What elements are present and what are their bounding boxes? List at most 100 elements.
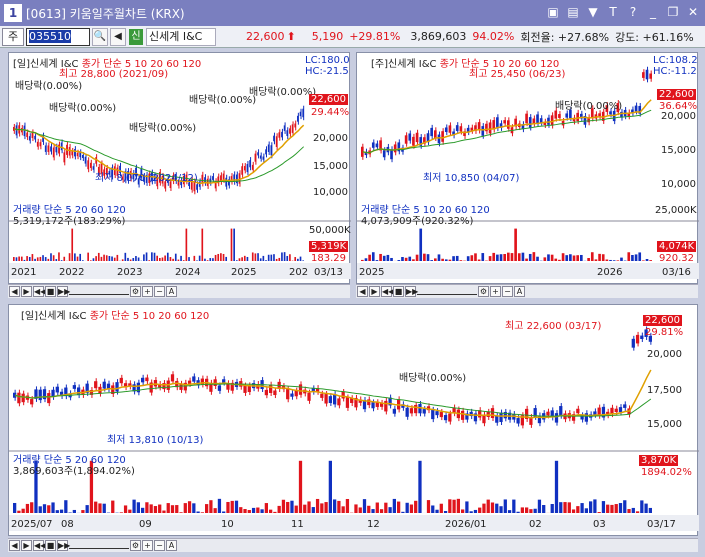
text-icon[interactable]: T (605, 4, 621, 20)
candle (115, 382, 119, 392)
text-size-icon[interactable]: A (166, 540, 177, 551)
candle (44, 145, 47, 152)
volume-bar (123, 505, 128, 513)
pin-icon[interactable]: ▼ (585, 4, 601, 20)
volume-bar (97, 252, 100, 261)
x-label: 2025 (359, 267, 385, 278)
candle (217, 385, 222, 391)
day-chart-controls: ◀ ▶ ◀◀ ■ ▶▶ ⚙ + − A (8, 284, 350, 298)
volume-bar (516, 511, 520, 513)
market-select[interactable]: 주 (2, 27, 24, 46)
candle (503, 120, 506, 124)
day-vol-value: 5,319,172주(183.29%) (13, 216, 126, 227)
candle (259, 155, 262, 159)
volume-bar (580, 503, 584, 513)
scroll-right-icon[interactable]: ▶ (21, 286, 32, 297)
candle (267, 144, 270, 152)
week-low-label: 최저 10,850 (04/07) (423, 173, 520, 184)
main-low-label: 최저 13,810 (10/13) (107, 435, 204, 446)
volume-bar (542, 505, 546, 513)
zoom-out-icon[interactable]: − (154, 540, 165, 551)
volume-bar (13, 257, 15, 261)
zoom-in-icon[interactable]: + (490, 286, 501, 297)
candle (52, 147, 55, 158)
volume-bar (648, 507, 652, 513)
day-hc: HC:-21.5 (305, 66, 349, 77)
stock-code-input[interactable]: 035510 (26, 27, 90, 46)
rewind-icon[interactable]: ◀◀ (381, 286, 394, 297)
scroll-left-icon[interactable]: ◀ (9, 286, 20, 297)
volume-bar (486, 499, 490, 513)
scroll-right-icon[interactable]: ▶ (369, 286, 380, 297)
volume-bar (469, 511, 473, 513)
candle (30, 399, 34, 405)
scroll-left-icon[interactable]: ◀ (357, 286, 368, 297)
forward-icon[interactable]: ▶▶ (405, 286, 418, 297)
candle (418, 403, 422, 414)
text-size-icon[interactable]: A (514, 286, 525, 297)
settings-icon[interactable]: ⚙ (130, 540, 141, 551)
volume-bar (614, 504, 618, 513)
strength: 강도: +61.16% (615, 30, 694, 44)
lock-icon[interactable]: ▤ (565, 4, 581, 20)
rewind-icon[interactable]: ◀◀ (33, 540, 46, 551)
volume-bar (507, 252, 510, 261)
volume-bar (145, 502, 149, 513)
volume-bar (341, 506, 345, 513)
forward-icon[interactable]: ▶▶ (57, 286, 70, 297)
volume-bar (193, 255, 196, 261)
zoom-slider[interactable] (417, 289, 477, 295)
text-size-icon[interactable]: A (166, 286, 177, 297)
x-label: 202 (289, 267, 309, 278)
close-icon[interactable]: ✕ (685, 4, 701, 20)
candle (21, 393, 25, 403)
zoom-slider[interactable] (69, 289, 129, 295)
volume-bar (151, 252, 153, 261)
volume-bar (273, 511, 277, 513)
dividend-label: 배당락(0.00%) (129, 123, 197, 134)
volume-bar (499, 254, 503, 261)
volume-bar (478, 507, 482, 513)
volume-bar (482, 503, 486, 513)
candle (79, 152, 82, 158)
help-icon[interactable]: ? (625, 4, 641, 20)
zoom-in-icon[interactable]: + (142, 540, 153, 551)
volume-bar (172, 258, 174, 261)
search-icon[interactable]: 🔍 (92, 27, 108, 46)
speaker-icon[interactable]: ◀ (110, 27, 126, 46)
settings-icon[interactable]: ⚙ (130, 286, 141, 297)
x-label: 12 (367, 519, 380, 530)
restore-icon[interactable]: ❐ (665, 4, 681, 20)
volume-bar (26, 256, 28, 261)
minimize-icon[interactable]: _ (645, 4, 661, 20)
y-tick: 20,000 (313, 133, 348, 144)
volume-bar (25, 503, 30, 513)
rewind-icon[interactable]: ◀◀ (33, 286, 46, 297)
volume-bar (169, 257, 172, 261)
scroll-left-icon[interactable]: ◀ (9, 540, 20, 551)
candle (63, 152, 66, 163)
volume-bar (345, 498, 350, 513)
x-label: 2021 (11, 267, 37, 278)
settings-icon[interactable]: ⚙ (478, 286, 489, 297)
scroll-right-icon[interactable]: ▶ (21, 540, 32, 551)
stop-icon[interactable]: ■ (45, 540, 56, 551)
volume-bar (162, 510, 166, 513)
volume-bar (492, 252, 496, 261)
volume-bar (212, 258, 214, 261)
zoom-in-icon[interactable]: + (142, 286, 153, 297)
x-label: 2023 (117, 267, 143, 278)
volume-bar (135, 256, 137, 261)
document-icon[interactable]: ▣ (545, 4, 561, 20)
zoom-out-icon[interactable]: − (154, 286, 165, 297)
candle (289, 128, 291, 134)
volume-bar (233, 228, 235, 261)
volume-bar (642, 260, 645, 261)
volume-bar (260, 509, 264, 513)
stop-icon[interactable]: ■ (393, 286, 404, 297)
zoom-slider[interactable] (69, 543, 129, 549)
zoom-out-icon[interactable]: − (502, 286, 513, 297)
stop-icon[interactable]: ■ (45, 286, 56, 297)
volume-bar (533, 508, 537, 513)
forward-icon[interactable]: ▶▶ (57, 540, 70, 551)
